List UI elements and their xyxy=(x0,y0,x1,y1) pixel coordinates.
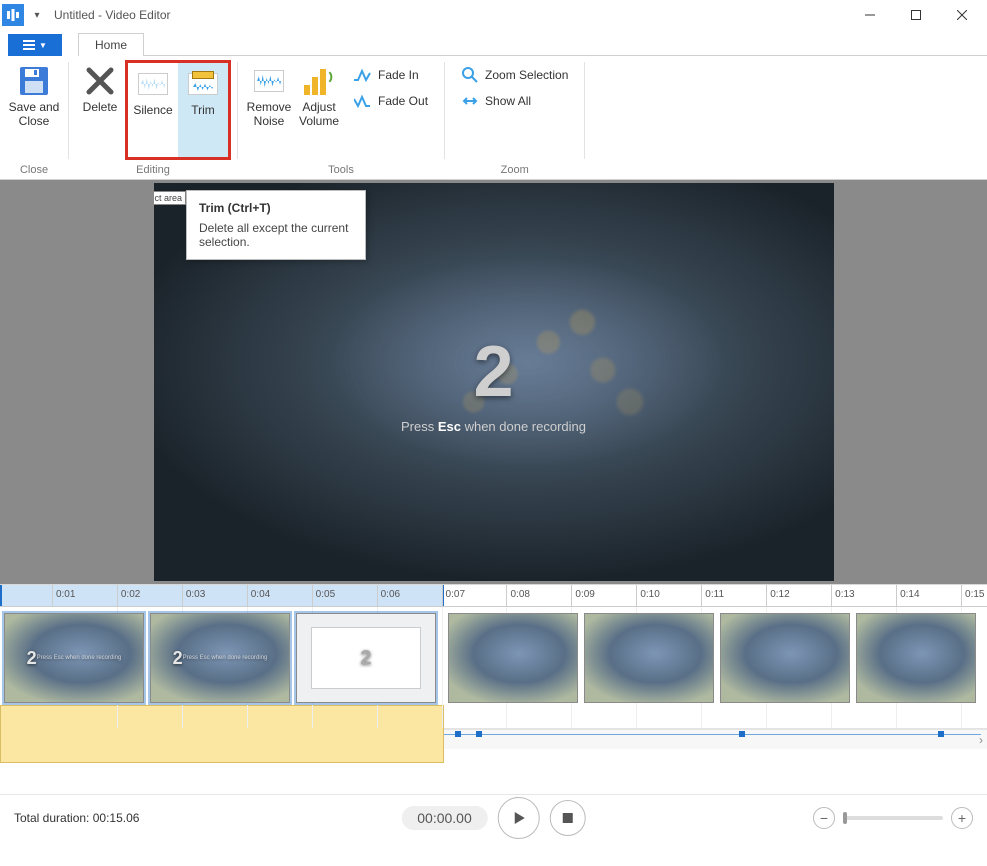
ruler-tick: 0:03 xyxy=(182,585,205,606)
play-button[interactable] xyxy=(498,797,540,839)
timeline-clip[interactable] xyxy=(584,613,714,703)
adjust-volume-icon xyxy=(302,64,336,98)
silence-button[interactable]: Silence xyxy=(128,63,178,157)
maximize-button[interactable] xyxy=(893,0,939,30)
ribbon: Save and Close Close Delete Silence xyxy=(0,56,987,180)
silence-label: Silence xyxy=(133,104,172,118)
minimize-button[interactable] xyxy=(847,0,893,30)
ribbon-group-zoom: Zoom Selection Show All Zoom xyxy=(445,56,584,179)
ruler-tick: 0:12 xyxy=(766,585,789,606)
preview-stage: lect area 2 Press Esc when done recordin… xyxy=(0,180,987,584)
timeline-clip[interactable] xyxy=(720,613,850,703)
delete-icon xyxy=(83,64,117,98)
ruler-tick: 0:02 xyxy=(117,585,140,606)
show-all-button[interactable]: Show All xyxy=(457,90,572,112)
save-and-close-button[interactable]: Save and Close xyxy=(6,60,62,154)
duration-value: 00:15.06 xyxy=(93,811,140,825)
qat-dropdown-icon[interactable]: ▾ xyxy=(30,10,44,21)
zoom-out-button[interactable]: − xyxy=(813,807,835,829)
playhead-time: 00:00.00 xyxy=(401,806,488,830)
ruler-tick: 0:05 xyxy=(312,585,335,606)
save-icon xyxy=(17,64,51,98)
group-name-zoom: Zoom xyxy=(501,161,529,179)
total-duration: Total duration: 00:15.06 xyxy=(14,811,139,825)
ruler-tick: 0:11 xyxy=(701,585,724,606)
fade-in-icon xyxy=(354,66,372,84)
trim-button[interactable]: Trim xyxy=(178,63,228,157)
video-track[interactable]: 2Press Esc when done recording2Press Esc… xyxy=(0,607,987,729)
audio-track-segment[interactable] xyxy=(444,707,981,761)
duration-label: Total duration: xyxy=(14,811,93,825)
timeline-gridline xyxy=(442,607,443,728)
remove-noise-icon xyxy=(252,64,286,98)
group-name-close: Close xyxy=(20,161,48,179)
tab-home[interactable]: Home xyxy=(78,33,144,56)
hint-prefix: Press xyxy=(401,419,438,434)
fade-out-icon xyxy=(354,92,372,110)
timeline-clip[interactable]: 2 xyxy=(296,613,436,703)
hint-suffix: when done recording xyxy=(461,419,586,434)
hint-key: Esc xyxy=(438,419,461,434)
ruler-tick: 0:07 xyxy=(442,585,465,606)
ruler-tick: 0:01 xyxy=(52,585,75,606)
group-name-tools: Tools xyxy=(328,161,354,179)
selection-badge: lect area xyxy=(154,191,187,205)
timeline[interactable]: 0:01 0:02 0:03 0:04 0:05 0:06 0:07 0:08 0:09 0:10… xyxy=(0,584,987,794)
timeline-clip[interactable] xyxy=(448,613,578,703)
timeline-clip[interactable] xyxy=(856,613,976,703)
remove-noise-label: Remove Noise xyxy=(247,101,292,129)
show-all-icon xyxy=(461,92,479,110)
zoom-slider-thumb[interactable] xyxy=(843,812,847,824)
trim-label: Trim xyxy=(191,104,215,118)
ruler-tick: 0:06 xyxy=(377,585,400,606)
delete-label: Delete xyxy=(83,101,118,115)
ruler-tick: 0:09 xyxy=(571,585,594,606)
timeline-clip[interactable]: 2Press Esc when done recording xyxy=(150,613,290,703)
remove-noise-button[interactable]: Remove Noise xyxy=(244,60,294,154)
save-and-close-label: Save and Close xyxy=(9,101,60,129)
stop-button[interactable] xyxy=(550,800,586,836)
close-window-button[interactable] xyxy=(939,0,985,30)
ruler-tick: 0:10 xyxy=(636,585,659,606)
ribbon-tab-strip: ▼ Home xyxy=(0,30,987,56)
ruler-tick: 0:08 xyxy=(506,585,529,606)
recording-hint: Press Esc when done recording xyxy=(401,419,586,434)
fade-in-label: Fade In xyxy=(378,68,419,82)
file-menu-button[interactable]: ▼ xyxy=(8,34,62,56)
zoom-selection-label: Zoom Selection xyxy=(485,68,568,82)
group-name-editing: Editing xyxy=(136,161,170,179)
ruler-tick: 0:15 xyxy=(961,585,984,606)
trim-tooltip: Trim (Ctrl+T) Delete all except the curr… xyxy=(186,190,366,260)
caret-down-icon: ▼ xyxy=(39,41,47,50)
timeline-clip[interactable]: 2Press Esc when done recording xyxy=(4,613,144,703)
ruler-tick: 0:14 xyxy=(896,585,919,606)
zoom-selection-icon xyxy=(461,66,479,84)
status-bar: Total duration: 00:15.06 00:00.00 − + xyxy=(0,794,987,840)
zoom-selection-button[interactable]: Zoom Selection xyxy=(457,64,572,86)
ribbon-group-close: Save and Close Close xyxy=(0,56,68,179)
delete-button[interactable]: Delete xyxy=(75,60,125,154)
app-icon xyxy=(2,4,24,26)
fade-out-label: Fade Out xyxy=(378,94,428,108)
adjust-volume-label: Adjust Volume xyxy=(299,101,339,129)
fade-out-button[interactable]: Fade Out xyxy=(350,90,432,112)
ruler-tick: 0:04 xyxy=(247,585,270,606)
zoom-controls: − + xyxy=(813,807,973,829)
tooltip-title: Trim (Ctrl+T) xyxy=(199,201,353,215)
countdown-number: 2 xyxy=(473,331,513,413)
title-bar: ▾ Untitled - Video Editor xyxy=(0,0,987,30)
ribbon-group-editing: Delete Silence Trim Editing xyxy=(69,56,237,179)
silence-icon xyxy=(136,67,170,101)
window-title: Untitled - Video Editor xyxy=(50,8,171,22)
zoom-slider[interactable] xyxy=(843,816,943,820)
ribbon-group-tools: Remove Noise Adjust Volume Fade In F xyxy=(238,56,444,179)
zoom-in-button[interactable]: + xyxy=(951,807,973,829)
fade-in-button[interactable]: Fade In xyxy=(350,64,432,86)
trim-icon xyxy=(186,67,220,101)
show-all-label: Show All xyxy=(485,94,531,108)
tooltip-body: Delete all except the current selection. xyxy=(199,221,353,249)
timeline-ruler[interactable]: 0:01 0:02 0:03 0:04 0:05 0:06 0:07 0:08 0:09 0:10… xyxy=(0,585,987,607)
ruler-tick: 0:13 xyxy=(831,585,854,606)
adjust-volume-button[interactable]: Adjust Volume xyxy=(294,60,344,154)
